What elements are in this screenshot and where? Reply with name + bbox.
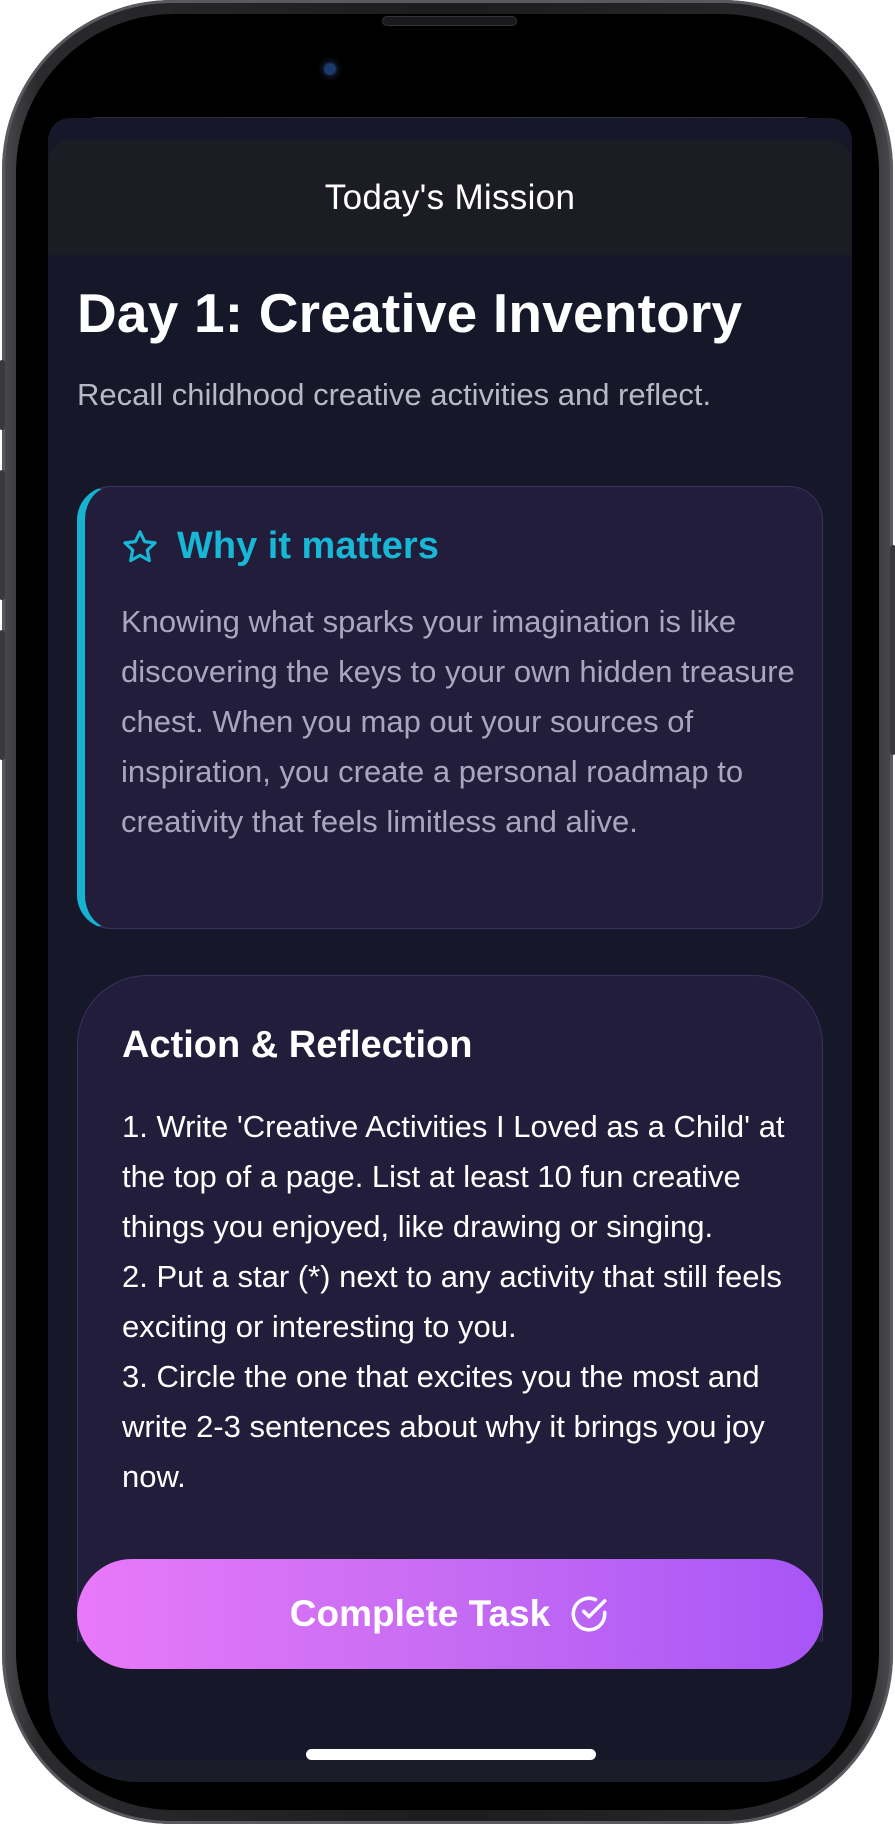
- power-button: [890, 545, 895, 755]
- why-it-matters-card: Why it matters Knowing what sparks your …: [77, 486, 823, 929]
- check-circle-icon: [571, 1596, 607, 1632]
- app-screen: Today's Mission Day 1: Creative Inventor…: [48, 118, 852, 1782]
- complete-task-button[interactable]: Complete Task: [77, 1559, 823, 1669]
- action-card-title: Action & Reflection: [122, 1024, 473, 1066]
- modal-header: Today's Mission: [48, 140, 852, 255]
- star-icon: [123, 529, 157, 562]
- mission-content[interactable]: Day 1: Creative Inventory Recall childho…: [48, 255, 852, 1642]
- action-step: 2. Put a star (*) next to any activity t…: [122, 1259, 782, 1344]
- why-card-header: Why it matters: [121, 525, 439, 568]
- front-camera: [317, 56, 343, 82]
- earpiece-speaker: [382, 16, 517, 26]
- home-indicator[interactable]: [306, 1749, 596, 1760]
- phone-frame: Today's Mission Day 1: Creative Inventor…: [0, 0, 895, 1824]
- mute-switch: [0, 360, 5, 430]
- action-steps: 1. Write 'Creative Activities I Loved as…: [122, 1102, 802, 1502]
- why-card-title: Why it matters: [177, 525, 439, 567]
- why-card-body: Knowing what sparks your imagination is …: [121, 604, 795, 839]
- header-title: Today's Mission: [324, 177, 576, 217]
- volume-up-button: [0, 470, 5, 600]
- complete-task-label: Complete Task: [289, 1593, 551, 1634]
- action-reflection-card: Action & Reflection 1. Write 'Creative A…: [77, 975, 823, 1642]
- action-step: 3. Circle the one that excites you the m…: [122, 1359, 765, 1494]
- mission-subtitle: Recall childhood creative activities and…: [77, 377, 712, 412]
- mission-title: Day 1: Creative Inventory: [77, 282, 743, 344]
- volume-down-button: [0, 630, 5, 760]
- action-step: 1. Write 'Creative Activities I Loved as…: [122, 1109, 785, 1244]
- screen-bottom-edge: [48, 1760, 852, 1782]
